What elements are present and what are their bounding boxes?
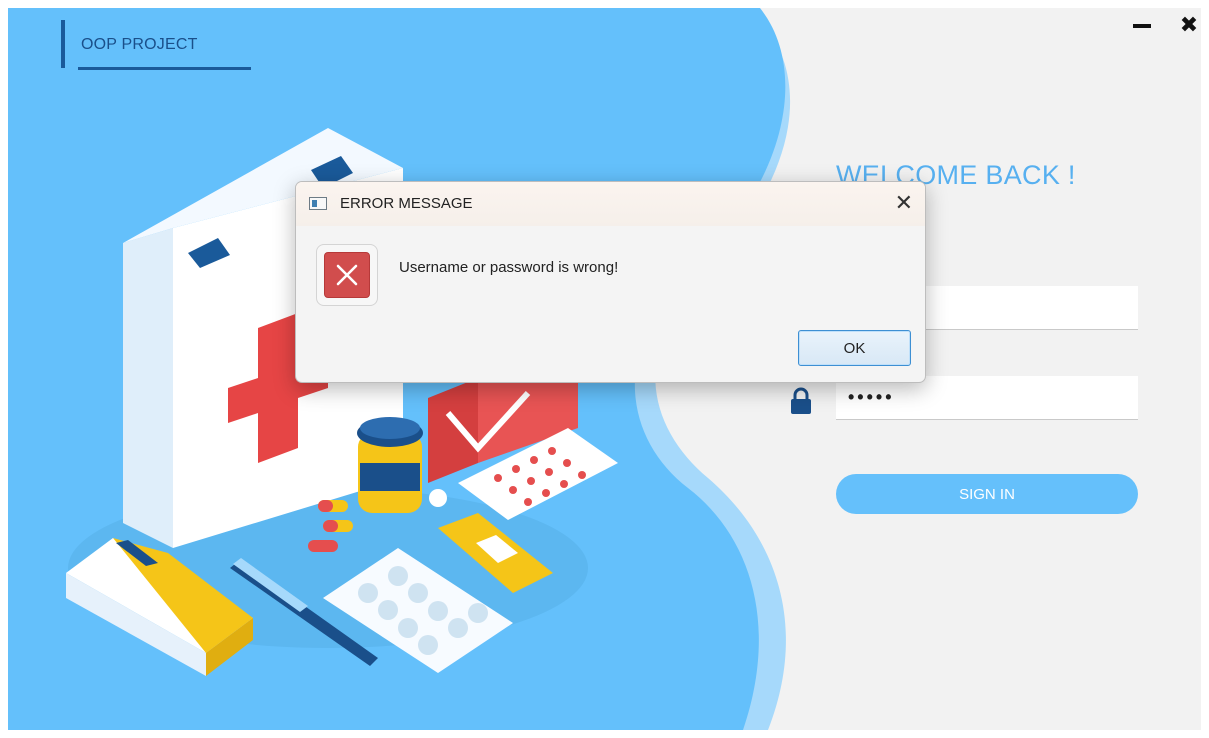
window-icon (309, 197, 327, 210)
app-brand: OOP PROJECT (81, 36, 198, 53)
dialog-close-icon[interactable]: ✕ (895, 190, 913, 216)
pill-bottle-icon (357, 417, 423, 513)
login-window: OOP PROJECT ✖ WELCOME BACK ! continue SI… (8, 8, 1201, 730)
lock-icon (791, 387, 811, 414)
brand-accent-bar (61, 20, 65, 68)
sign-in-button[interactable]: SIGN IN (836, 474, 1138, 514)
brand-underline (78, 67, 251, 70)
error-icon-frame (316, 244, 378, 306)
dialog-title: ERROR MESSAGE (340, 195, 473, 212)
error-x-icon (324, 252, 370, 298)
dialog-message: Username or password is wrong! (399, 259, 619, 276)
minimize-icon[interactable] (1131, 14, 1153, 36)
ok-button[interactable]: OK (798, 330, 911, 366)
dialog-title-bar[interactable]: ERROR MESSAGE ✕ (296, 182, 925, 226)
close-icon[interactable]: ✖ (1178, 14, 1200, 36)
error-dialog: ERROR MESSAGE ✕ Username or password is … (295, 181, 926, 383)
